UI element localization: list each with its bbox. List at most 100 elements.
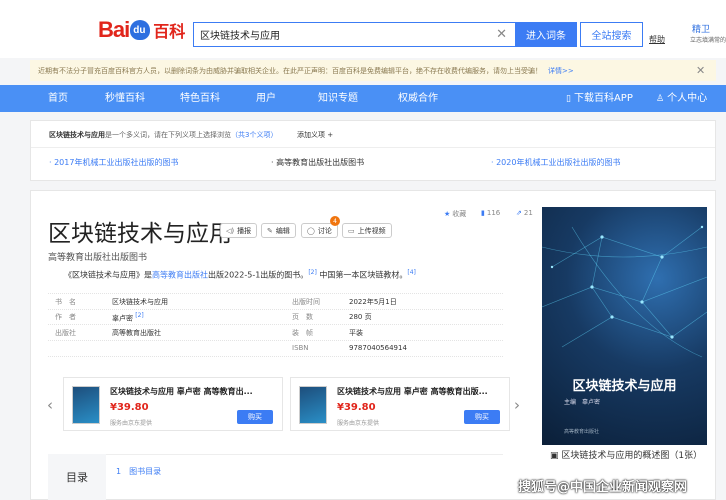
chevron-left-icon[interactable]: ‹ [47, 396, 53, 414]
nav-miaodong[interactable]: 秒懂百科 [105, 85, 145, 112]
user-subtitle: 立志填满常的 [690, 37, 726, 44]
info-value: 平装 [349, 329, 363, 337]
toc-label: 目录 [48, 454, 106, 500]
info-key: 出版社 [55, 329, 76, 337]
product-name: 区块链技术与应用 辜卢密 高等教育出... [110, 387, 253, 396]
polysemy-count: （共3个义项） [231, 131, 278, 139]
edit-label: 编辑 [275, 226, 290, 235]
info-key: ISBN [292, 344, 309, 352]
book-cover-image[interactable] [542, 207, 707, 445]
sense-label: 2017年机械工业出版社出版的图书 [54, 158, 179, 167]
divider [48, 309, 503, 310]
search-value: 区块链技术与应用 [200, 31, 280, 42]
nav-featured[interactable]: 特色百科 [180, 85, 220, 112]
sense-item[interactable]: · 2017年机械工业出版社出版的图书 [49, 157, 178, 168]
add-sense-link[interactable]: 添加义项 + [297, 130, 333, 140]
product-card[interactable]: 区块链技术与应用 辜卢密 高等教育出版... ¥39.80 服务由京东提供 购买 [290, 377, 510, 431]
speaker-icon: ◁) [226, 226, 235, 235]
divider [31, 147, 715, 148]
user-name[interactable]: 精卫 [692, 22, 710, 35]
discuss-label: 讨论 [317, 226, 332, 235]
paw-icon [130, 20, 151, 40]
book-thumbnail [299, 386, 327, 424]
page-title: 区块链技术与应用 [48, 221, 232, 247]
edit-button[interactable]: ✎ 编辑 [261, 223, 296, 238]
nav-download-app[interactable]: ▯ 下载百科APP [566, 85, 633, 112]
like-count: 116 [486, 209, 501, 217]
product-card[interactable]: 区块链技术与应用 辜卢密 高等教育出... ¥39.80 服务由京东提供 购买 [63, 377, 283, 431]
sense-label: 2020年机械工业出版社出版的图书 [496, 158, 621, 167]
search-input[interactable]: 区块链技术与应用 ✕ [193, 22, 515, 47]
logo-baike-text: 百科 [153, 22, 186, 41]
nav-personal-center[interactable]: ♙ 个人中心 [656, 85, 707, 112]
image-caption[interactable]: ▣ 区块链技术与应用的概述图（1张） [550, 450, 705, 463]
baidu-baike-logo[interactable]: Bai 百科 [98, 16, 185, 44]
clear-icon[interactable]: ✕ [496, 27, 507, 42]
buy-button[interactable]: 购买 [464, 410, 500, 424]
reference-link[interactable]: [4] [407, 269, 416, 276]
like-button[interactable]: ▮ 116 [481, 209, 500, 217]
search-all-button[interactable]: 全站搜索 [580, 22, 643, 47]
chat-icon: ◯ [307, 226, 315, 235]
publisher-link[interactable]: 高等教育出版社 [152, 271, 208, 280]
star-icon: ★ [444, 210, 451, 218]
close-icon[interactable]: ✕ [696, 64, 705, 77]
cover-title: 区块链技术与应用 [572, 379, 677, 394]
info-value: 区块链技术与应用 [112, 298, 168, 306]
info-value: 9787040564914 [349, 344, 407, 352]
enter-entry-button[interactable]: 进入词条 [515, 22, 577, 47]
cover-author: 主编 辜卢密 [564, 399, 601, 406]
reference-link[interactable]: [2] [308, 269, 317, 276]
reference-link[interactable]: [2] [135, 312, 144, 319]
share-button[interactable]: ⇗ 21 [516, 209, 533, 217]
nav-home[interactable]: 首页 [48, 85, 68, 112]
upload-video-label: 上传视频 [357, 226, 386, 235]
nav-topics[interactable]: 知识专题 [318, 85, 358, 112]
info-key: 书 名 [55, 298, 76, 306]
entry-summary: 《区块链技术与应用》是高等教育出版社出版2022-5-1出版的图书。[2] 中国… [64, 269, 416, 281]
divider [48, 340, 503, 341]
info-key: 出版时间 [292, 298, 320, 306]
author-value: 辜卢密 [112, 314, 133, 323]
discuss-count-badge: 4 [330, 216, 340, 226]
collect-button[interactable]: ★ 收藏 [444, 209, 466, 219]
info-value: 高等教育出版社 [112, 329, 161, 337]
polysemy-term: 区块链技术与应用 [49, 131, 105, 139]
upload-video-button[interactable]: ▭ 上传视频 [342, 223, 392, 238]
product-price: ¥39.80 [337, 402, 376, 413]
notice-bar: 近期有不法分子冒充百度百科官方人员，以删除词条为由威胁并骗取相关企业。在此严正声… [30, 60, 716, 81]
phone-icon: ▯ [566, 94, 571, 104]
share-icon: ⇗ [516, 209, 522, 217]
polysemy-text: 是一个多义词，请在下列义项上选择浏览 [105, 131, 231, 139]
buy-button[interactable]: 购买 [237, 410, 273, 424]
summary-text: 出版2022-5-1出版的图书。 [208, 270, 309, 280]
book-thumbnail [72, 386, 100, 424]
product-note: 服务由京东提供 [337, 420, 380, 427]
person-icon: ♙ [656, 94, 665, 104]
watermark: 搜狐号@中国企业新闻观察网 [518, 480, 688, 495]
product-name: 区块链技术与应用 辜卢密 高等教育出版... [337, 387, 488, 396]
table-of-contents [48, 454, 503, 500]
sense-item-current: · 高等教育出版社出版图书 [271, 158, 365, 167]
chevron-right-icon[interactable]: › [514, 396, 520, 414]
broadcast-button[interactable]: ◁) 播报 [220, 223, 258, 238]
nav-user[interactable]: 用户 [256, 85, 276, 112]
notice-text: 近期有不法分子冒充百度百科官方人员，以删除词条为由威胁并骗取相关企业。在此严正声… [38, 66, 542, 75]
toc-item[interactable]: 1 图书目录 [116, 466, 161, 477]
help-link[interactable]: 帮助 [649, 34, 665, 45]
polysemy-panel: 区块链技术与应用是一个多义词，请在下列义项上选择浏览（共3个义项） 添加义项 +… [30, 120, 716, 181]
collect-label: 收藏 [452, 210, 467, 218]
notice-details-link[interactable]: 详情>> [548, 66, 574, 76]
broadcast-label: 播报 [237, 226, 252, 235]
nav-partners[interactable]: 权威合作 [398, 85, 438, 112]
sense-item[interactable]: · 2020年机械工业出版社出版的图书 [491, 157, 620, 168]
network-graphic [542, 225, 707, 358]
pencil-icon: ✎ [267, 226, 273, 235]
cover-publisher: 高等教育出版社 [564, 429, 600, 435]
info-value: 2022年5月1日 [349, 298, 397, 306]
polysemy-heading: 区块链技术与应用是一个多义词，请在下列义项上选择浏览（共3个义项） [49, 130, 277, 140]
main-nav: 首页 秒懂百科 特色百科 用户 知识专题 权威合作 ▯ 下载百科APP ♙ 个人中心 [0, 85, 726, 112]
caption-text: 区块链技术与应用的概述图（1张） [561, 451, 703, 461]
info-key: 装 帧 [292, 329, 313, 337]
info-value: 280 页 [349, 313, 372, 321]
